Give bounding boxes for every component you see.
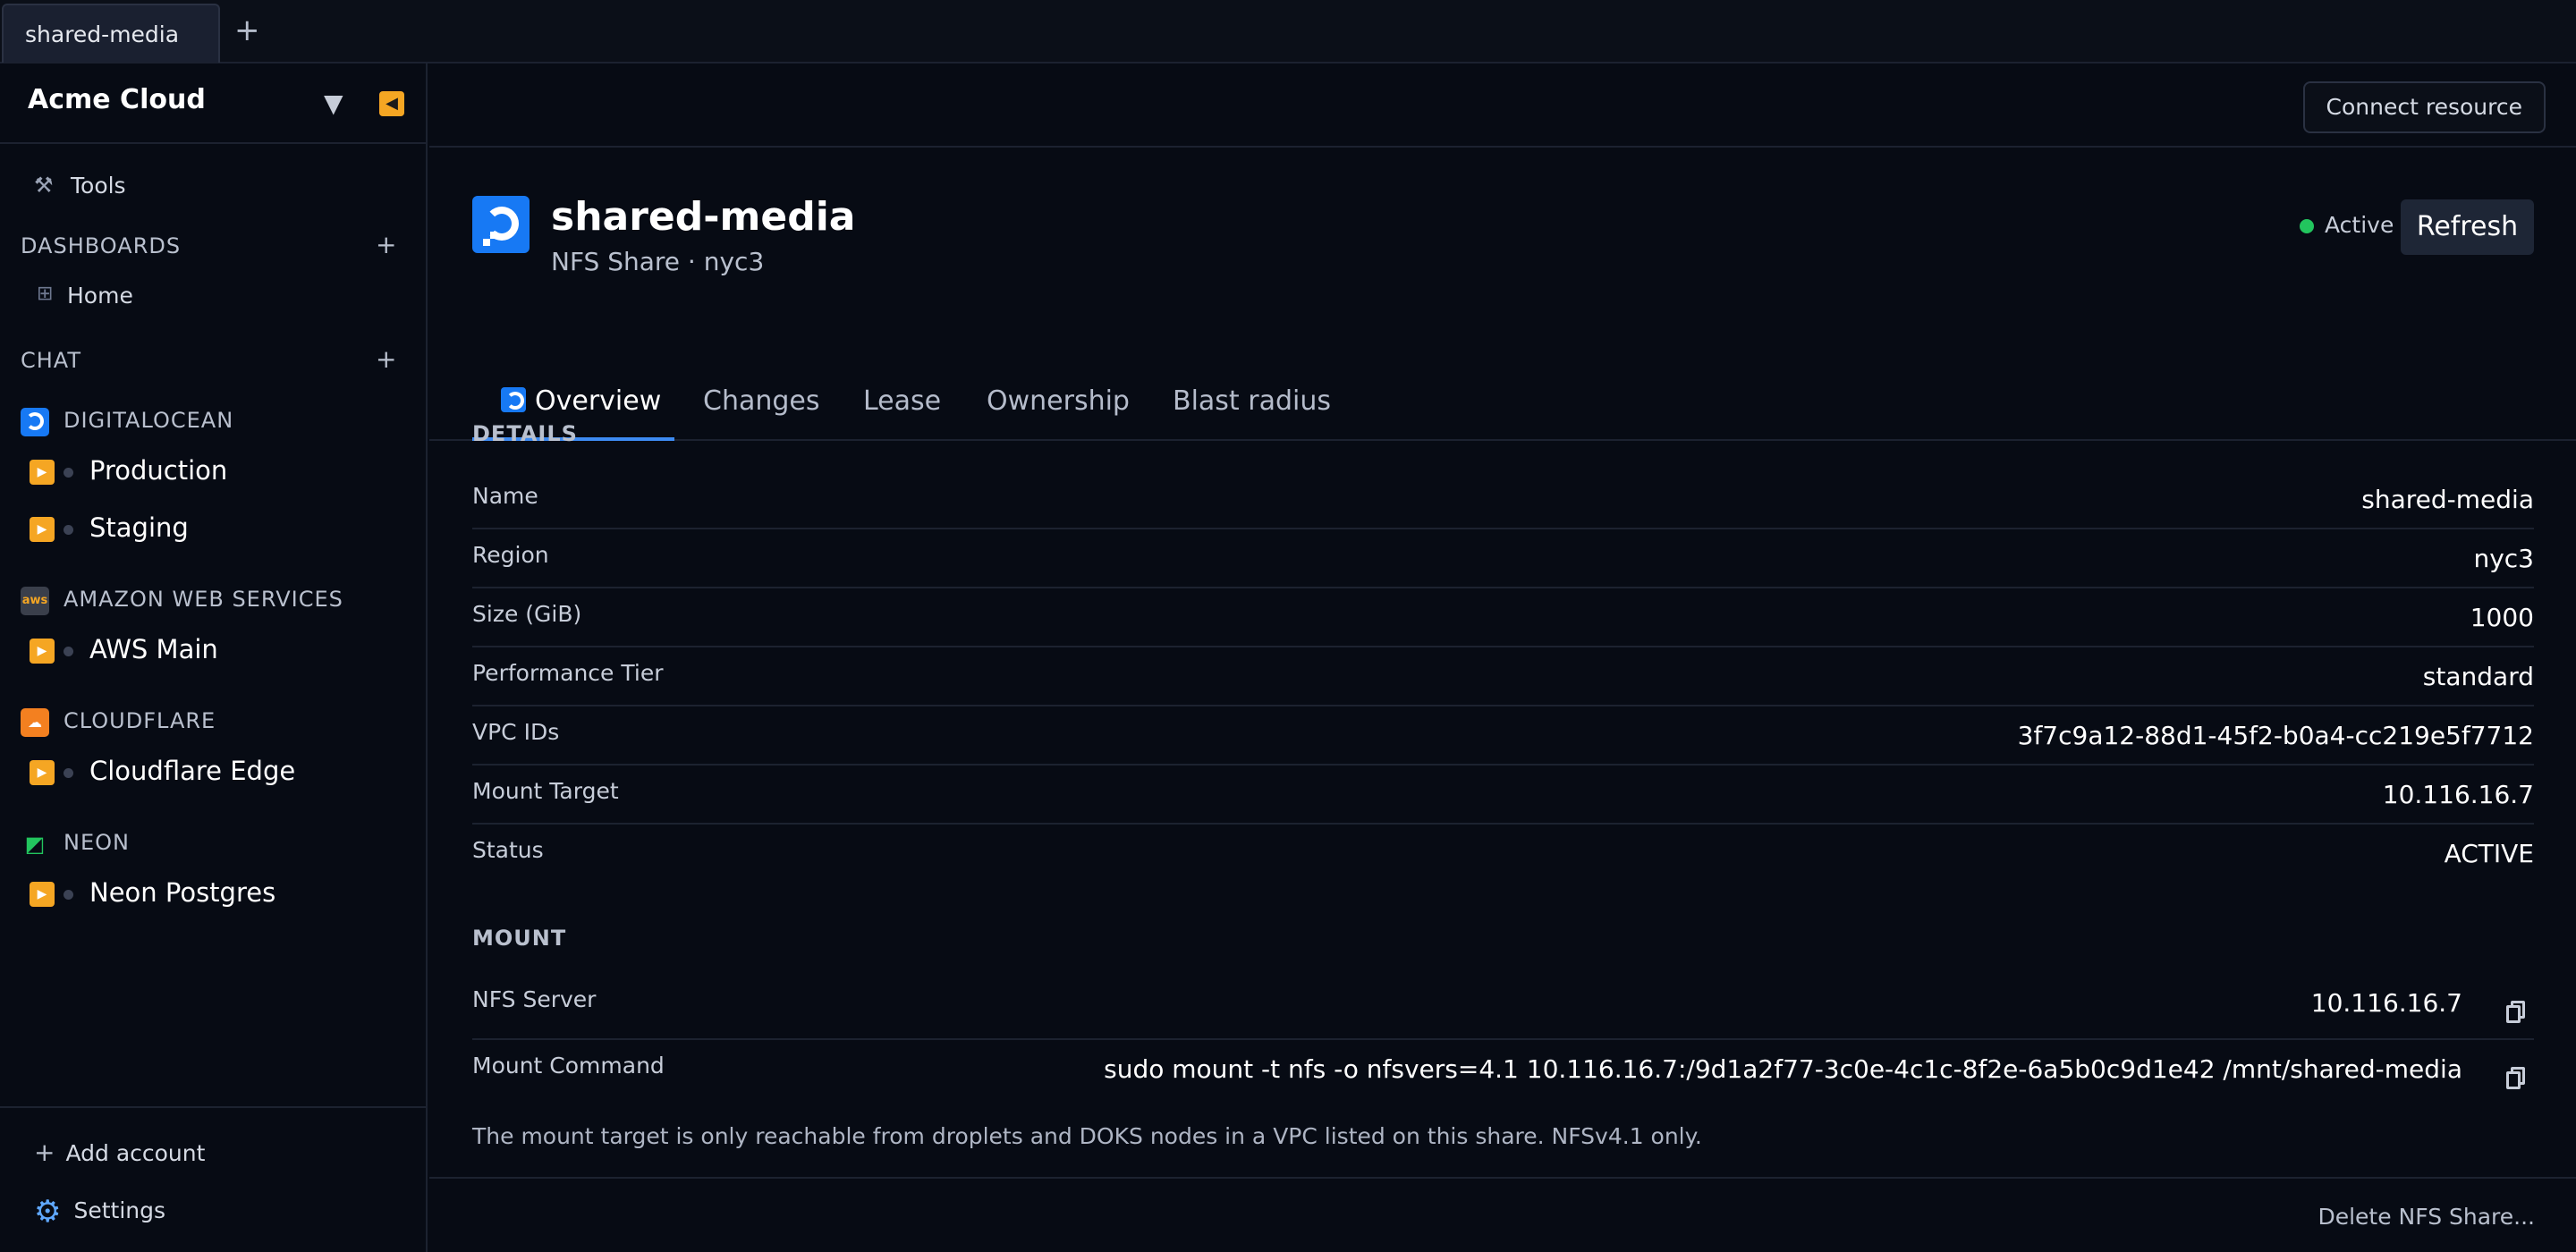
add-account-label: Add account	[65, 1140, 206, 1166]
digitalocean-logo-icon	[21, 408, 49, 436]
mount-header: MOUNT	[472, 926, 567, 951]
provider-name: CLOUDFLARE	[64, 708, 216, 733]
cloudflare-logo-icon: ☁	[21, 708, 49, 737]
detail-key: NFS Server	[472, 986, 597, 1012]
mount-note: The mount target is only reachable from …	[472, 1123, 1702, 1149]
footer-bar: Delete NFS Share...	[429, 1177, 2576, 1252]
resource-subtitle: NFS Share · nyc3	[551, 247, 765, 276]
add-account-button[interactable]: + Add account	[34, 1138, 205, 1167]
status-dot	[64, 525, 73, 535]
chat-item-label: Neon Postgres	[89, 877, 276, 908]
add-chat-button[interactable]: +	[376, 344, 396, 374]
dashboards-header: DASHBOARDS	[21, 233, 182, 258]
copy-icon[interactable]	[2498, 994, 2534, 1029]
detail-row-status: Status ACTIVE	[472, 825, 2534, 884]
main-panel: Connect resource shared-media NFS Share …	[429, 63, 2576, 1252]
detail-row-region: Region nyc3	[472, 529, 2534, 588]
aws-logo-icon: aws	[21, 587, 49, 615]
detail-row-performance-tier: Performance Tier standard	[472, 647, 2534, 706]
sidebar-item-tools[interactable]: ⚒ Tools	[0, 167, 428, 212]
tab-ownership[interactable]: Ownership	[987, 385, 1130, 417]
org-name[interactable]: Acme Cloud	[28, 84, 206, 115]
detail-value: 3f7c9a12-88d1-45f2-b0a4-cc219e5f7712	[2017, 721, 2534, 750]
sidebar: Acme Cloud ▼ ◀ ⚒ Tools DASHBOARDS + ⊞ Ho…	[0, 63, 428, 1252]
detail-value: nyc3	[2473, 544, 2534, 573]
digitalocean-logo-icon	[501, 387, 526, 412]
chat-item-label: Staging	[89, 512, 189, 543]
detail-row-vpc-ids: VPC IDs 3f7c9a12-88d1-45f2-b0a4-cc219e5f…	[472, 706, 2534, 766]
detail-value: ACTIVE	[2444, 839, 2534, 868]
tools-icon: ⚒	[34, 173, 54, 198]
sidebar-header: Acme Cloud ▼ ◀	[0, 63, 428, 144]
play-icon: ▶	[30, 760, 55, 785]
add-dashboard-button[interactable]: +	[376, 230, 396, 259]
details-header: DETAILS	[472, 421, 578, 446]
detail-value: sudo mount -t nfs -o nfsvers=4.1 10.116.…	[1104, 1054, 2462, 1084]
delete-nfs-share-button[interactable]: Delete NFS Share...	[2318, 1204, 2535, 1230]
tab-overview[interactable]: Overview	[501, 385, 661, 417]
sidebar-item-label: Home	[67, 283, 133, 309]
chat-header: CHAT	[21, 348, 82, 373]
refresh-button[interactable]: Refresh	[2401, 199, 2534, 255]
play-icon: ▶	[30, 882, 55, 907]
grid-icon: ⊞	[37, 283, 54, 305]
mount-row-mount-command: Mount Command sudo mount -t nfs -o nfsve…	[472, 1040, 2534, 1106]
status-dot	[2300, 219, 2314, 233]
detail-key: Mount Target	[472, 778, 619, 804]
copy-icon[interactable]	[2498, 1060, 2534, 1096]
sidebar-item-label: Tools	[71, 173, 126, 199]
detail-value: 10.116.16.7	[2310, 988, 2462, 1018]
detail-row-name: Name shared-media	[472, 470, 2534, 529]
detail-key: Mount Command	[472, 1053, 665, 1079]
play-icon: ▶	[30, 517, 55, 542]
detail-row-mount-target: Mount Target 10.116.16.7	[472, 766, 2534, 825]
neon-logo-icon: ◩	[24, 832, 46, 857]
gear-icon: ⚙	[34, 1194, 62, 1230]
status-dot	[64, 768, 73, 778]
detail-key: Size (GiB)	[472, 601, 582, 627]
mount-row-nfs-server: NFS Server 10.116.16.7	[472, 974, 2534, 1040]
status-dot	[64, 647, 73, 656]
detail-key: VPC IDs	[472, 719, 560, 745]
chevron-down-icon[interactable]: ▼	[324, 89, 343, 118]
resource-tabs: Overview Changes Lease Ownership Blast r…	[429, 368, 2576, 441]
tab-label: Overview	[535, 385, 662, 417]
detail-row-size: Size (GiB) 1000	[472, 588, 2534, 647]
digitalocean-logo-icon	[472, 196, 530, 253]
settings-label: Settings	[73, 1197, 166, 1223]
sidebar-footer: + Add account ⚙ Settings	[0, 1106, 428, 1252]
detail-value: 1000	[2470, 603, 2534, 632]
chat-item-label: Cloudflare Edge	[89, 756, 296, 786]
status-badge: Active	[2325, 212, 2394, 238]
browser-tabstrip: shared-media +	[0, 0, 2576, 63]
provider-name: DIGITALOCEAN	[64, 408, 234, 433]
settings-button[interactable]: ⚙ Settings	[34, 1194, 165, 1230]
status-dot	[64, 468, 73, 478]
tab-lease[interactable]: Lease	[863, 385, 941, 417]
detail-key: Region	[472, 542, 549, 568]
chat-item-label: Production	[89, 455, 228, 486]
provider-name: NEON	[64, 830, 130, 855]
tab-shared-media[interactable]: shared-media	[2, 4, 220, 63]
detail-value: 10.116.16.7	[2382, 780, 2534, 809]
detail-value: standard	[2422, 662, 2534, 691]
tab-changes[interactable]: Changes	[703, 385, 820, 417]
top-bar: Connect resource	[429, 63, 2576, 148]
provider-name: AMAZON WEB SERVICES	[64, 587, 343, 612]
plus-icon: +	[34, 1138, 55, 1167]
detail-key: Performance Tier	[472, 660, 664, 686]
connect-resource-button[interactable]: Connect resource	[2302, 81, 2546, 133]
chat-item-label: AWS Main	[89, 634, 218, 664]
collapse-sidebar-icon[interactable]: ◀	[379, 91, 404, 116]
detail-key: Status	[472, 837, 544, 863]
status-dot	[64, 890, 73, 900]
play-icon: ▶	[30, 639, 55, 664]
detail-value: shared-media	[2361, 485, 2534, 514]
sidebar-item-home[interactable]: ⊞ Home	[0, 283, 428, 318]
detail-key: Name	[472, 483, 538, 509]
tab-blast-radius[interactable]: Blast radius	[1173, 385, 1331, 417]
page-title: shared-media	[551, 194, 856, 240]
new-tab-button[interactable]: +	[234, 13, 260, 48]
play-icon: ▶	[30, 460, 55, 485]
